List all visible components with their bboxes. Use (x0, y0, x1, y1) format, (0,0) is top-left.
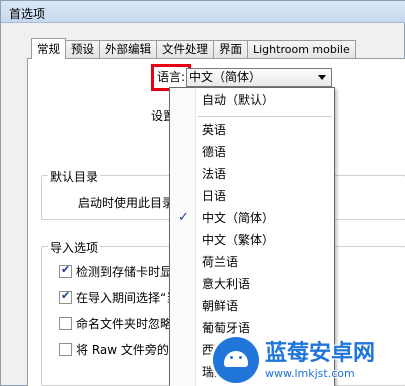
watermark-name: 蓝莓安卓网 (265, 340, 376, 366)
language-select[interactable]: 中文（简体） (186, 68, 332, 87)
import-options-title: 导入选项 (48, 239, 101, 256)
import-option-select-current[interactable]: 在导入期间选择“当 (59, 289, 178, 306)
import-option-label: 检测到存储卡时显 (76, 265, 173, 279)
tab-bar: 常规 预设 外部编辑 文件处理 界面 Lightroom mobile (31, 38, 356, 59)
tab-external-editing[interactable]: 外部编辑 (99, 40, 157, 59)
watermark-text: 蓝莓安卓网 www.lmkjst.com (265, 341, 375, 380)
tab-presets[interactable]: 预设 (65, 40, 100, 59)
tab-interface[interactable]: 界面 (213, 40, 248, 59)
tab-lightroom-mobile[interactable]: Lightroom mobile (247, 40, 356, 59)
menu-item-chinese-simplified[interactable]: 中文（简体） (170, 208, 334, 229)
import-option-ignore-names[interactable]: 命名文件夹时忽略 (59, 315, 172, 332)
checkbox[interactable] (59, 343, 72, 356)
checkbox[interactable] (59, 289, 72, 304)
tab-file-handling[interactable]: 文件处理 (156, 40, 214, 59)
menu-item-chinese-traditional[interactable]: 中文（繁体） (170, 230, 334, 251)
menu-item-german[interactable]: 德语 (170, 142, 334, 163)
menu-item-italian[interactable]: 意大利语 (170, 274, 334, 295)
menu-item-auto[interactable]: 自动（默认） (170, 90, 334, 111)
checkbox[interactable] (59, 263, 72, 278)
menu-item-english[interactable]: 英语 (170, 120, 334, 141)
startup-catalog-label: 启动时使用此目录 (78, 196, 175, 210)
android-icon (213, 337, 259, 383)
menu-item-japanese[interactable]: 日语 (170, 186, 334, 207)
preferences-window: 首选项 常规 预设 外部编辑 文件处理 界面 Lightroom mobile … (0, 0, 405, 386)
menu-item-dutch[interactable]: 荷兰语 (170, 252, 334, 273)
language-select-value: 中文（简体） (189, 70, 262, 84)
title-bar: 首选项 (1, 1, 405, 23)
tab-general[interactable]: 常规 (31, 38, 66, 59)
window-title: 首选项 (9, 7, 46, 21)
import-option-show-dialog[interactable]: 检测到存储卡时显 (59, 263, 172, 280)
import-option-label: 命名文件夹时忽略 (76, 317, 173, 331)
checkbox[interactable] (59, 317, 72, 330)
import-option-label: 在导入期间选择“当 (76, 291, 179, 305)
import-option-label: 将 Raw 文件旁的 . (76, 343, 177, 357)
menu-item-korean[interactable]: 朝鲜语 (170, 296, 334, 317)
menu-separator (198, 116, 332, 117)
default-catalog-title: 默认目录 (48, 168, 101, 185)
import-option-raw-sidecar[interactable]: 将 Raw 文件旁的 . (59, 341, 177, 358)
menu-item-french[interactable]: 法语 (170, 164, 334, 185)
watermark-url: www.lmkjst.com (265, 366, 355, 380)
watermark: 蓝莓安卓网 www.lmkjst.com (213, 333, 403, 386)
chevron-down-icon (318, 75, 326, 80)
